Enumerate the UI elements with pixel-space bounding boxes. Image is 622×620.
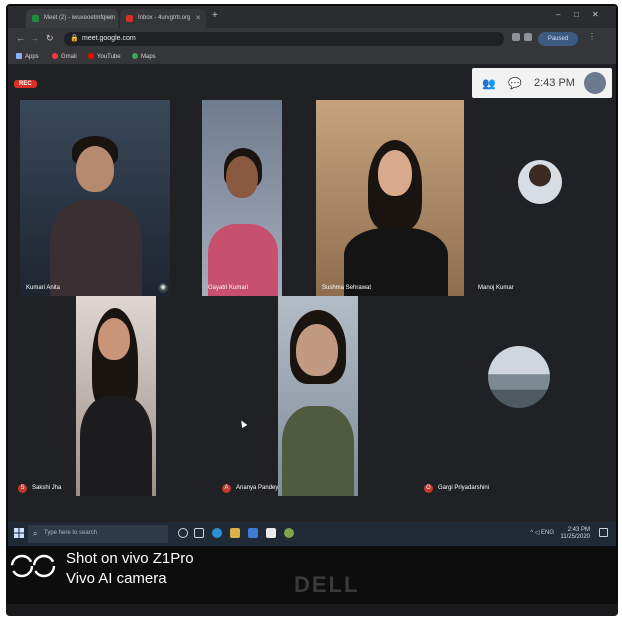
meet-top-bar: 👥 💬 2:43 PM: [472, 68, 612, 98]
back-icon[interactable]: ←: [16, 33, 25, 43]
participant-tile-kumari-anita[interactable]: Kumari Anita ◉: [20, 100, 170, 296]
participant-avatar: [518, 160, 562, 204]
maximize-icon[interactable]: □: [574, 10, 579, 19]
bookmark-apps[interactable]: Apps: [16, 53, 39, 60]
meeting-clock: 2:43 PM: [534, 77, 575, 89]
participant-tile-manoj-kumar[interactable]: Manoj Kumar: [472, 100, 612, 296]
new-tab-icon[interactable]: +: [212, 10, 218, 21]
task-view-icon[interactable]: [194, 528, 204, 538]
close-tab-icon[interactable]: ✕: [195, 14, 201, 22]
tray-date: 11/25/2020: [560, 534, 590, 540]
address-bar[interactable]: 🔒 meet.google.com: [64, 32, 504, 46]
windows-taskbar: ⌕ Type here to search ^ ◁ ENG 2:43 PM 11…: [8, 522, 616, 546]
bookmark-maps[interactable]: Maps: [132, 53, 156, 60]
mic-off-icon: ◉: [158, 283, 168, 293]
participant-name: Sushma Sehrawat: [322, 285, 372, 291]
meet-favicon-icon: [32, 15, 39, 22]
watermark-device: Shot on vivo Z1Pro: [66, 550, 194, 567]
notification-icon[interactable]: [599, 528, 608, 537]
participant-video: [226, 156, 258, 198]
recording-badge: REC: [14, 80, 37, 88]
participant-video: [76, 146, 114, 192]
profile-button[interactable]: Paused: [538, 32, 578, 46]
maps-icon: [132, 53, 138, 59]
tab-inbox[interactable]: Inbox - 4urvgtrtr.org ✕: [120, 9, 206, 28]
tray-time: 2:43 PM: [567, 527, 590, 533]
star-icon[interactable]: [524, 33, 532, 41]
minimize-icon[interactable]: –: [556, 10, 560, 19]
dell-logo: DELL: [294, 572, 360, 597]
participant-video: [378, 150, 412, 196]
close-tab-icon[interactable]: ✕: [107, 14, 113, 22]
participant-name-ananya: Ananya Pandey: [236, 485, 279, 491]
meet-stage: REC 👥 💬 2:43 PM Kumari Anita ◉ Gayatri K…: [8, 64, 616, 522]
participant-tile-gayatri-kumari[interactable]: Gayatri Kumari: [202, 100, 282, 296]
browser-toolbar: ← → ↻ 🔒 meet.google.com Paused ⋮: [8, 28, 616, 50]
watermark-camera: Vivo AI camera: [66, 570, 167, 587]
cortana-icon[interactable]: [178, 528, 188, 538]
bookmark-gmail[interactable]: Gmail: [52, 53, 77, 60]
bookmark-youtube[interactable]: YouTube: [88, 53, 121, 60]
tab-label: Inbox - 4urvgtrtr.org: [138, 15, 191, 21]
extension-icon[interactable]: [512, 33, 520, 41]
apps-grid-icon: [16, 53, 22, 59]
participant-tile-ananya-pandey[interactable]: [278, 296, 358, 496]
participant-tile-sushma-sehrawat[interactable]: Sushma Sehrawat: [316, 100, 464, 296]
participant-initial-badge: A: [222, 484, 231, 493]
tab-label: Meet (2) - iwuxeoetmfqiem: [44, 15, 116, 21]
search-icon: ⌕: [33, 529, 38, 538]
search-placeholder: Type here to search: [44, 530, 98, 536]
edge-icon[interactable]: [212, 528, 222, 538]
lock-app-icon[interactable]: [266, 528, 276, 538]
browser-tab-strip: Meet (2) - iwuxeoetmfqiem ✕ Inbox - 4urv…: [8, 6, 616, 28]
store-icon[interactable]: [248, 528, 258, 538]
participant-name: Manoj Kumar: [478, 285, 514, 291]
url-text: meet.google.com: [82, 35, 136, 42]
laptop-screen: Meet (2) - iwuxeoetmfqiem ✕ Inbox - 4urv…: [8, 6, 616, 546]
participant-name-gargi: Gargi Priyadarshini: [438, 485, 490, 491]
tray-icons[interactable]: ^ ◁ ENG: [530, 529, 554, 536]
forward-icon[interactable]: →: [30, 33, 39, 43]
reload-icon[interactable]: ↻: [46, 33, 54, 44]
participant-name-sakshi: Sakshi Jha: [32, 485, 62, 491]
people-icon[interactable]: 👥: [482, 77, 496, 90]
participant-name: Gayatri Kumari: [208, 285, 249, 291]
participant-avatar: [488, 346, 550, 408]
gmail-favicon-icon: [126, 15, 133, 22]
mouse-cursor-icon: [238, 418, 248, 429]
file-explorer-icon[interactable]: [230, 528, 240, 538]
participant-name: Kumari Anita: [26, 285, 61, 291]
menu-icon[interactable]: ⋮: [588, 32, 596, 41]
vivo-camera-logo-icon: [10, 554, 56, 578]
self-avatar[interactable]: [584, 72, 606, 94]
laptop-photo-frame: Meet (2) - iwuxeoetmfqiem ✕ Inbox - 4urv…: [6, 4, 618, 616]
tab-meet[interactable]: Meet (2) - iwuxeoetmfqiem ✕: [26, 9, 118, 28]
gmail-icon: [52, 53, 58, 59]
windows-start-icon[interactable]: [14, 528, 24, 538]
participant-initial-badge: S: [18, 484, 27, 493]
participant-tile-gargi-priyadarshini[interactable]: [428, 296, 612, 496]
close-window-icon[interactable]: ✕: [592, 10, 599, 19]
chat-icon[interactable]: 💬: [508, 77, 522, 90]
participant-tile-sakshi-jha[interactable]: [76, 296, 156, 496]
chrome-icon[interactable]: [284, 528, 294, 538]
laptop-bezel: [6, 604, 618, 616]
participant-video: [98, 318, 130, 360]
lock-icon: 🔒: [70, 35, 79, 42]
participant-initial-badge: G: [424, 484, 433, 493]
tray-clock[interactable]: 2:43 PM 11/25/2020: [560, 527, 590, 541]
tray-language: ENG: [540, 530, 554, 536]
youtube-icon: [88, 53, 94, 59]
participant-video: [296, 324, 338, 376]
taskbar-search-box[interactable]: ⌕ Type here to search: [28, 525, 168, 543]
bookmarks-bar: Apps Gmail YouTube Maps: [8, 50, 616, 64]
